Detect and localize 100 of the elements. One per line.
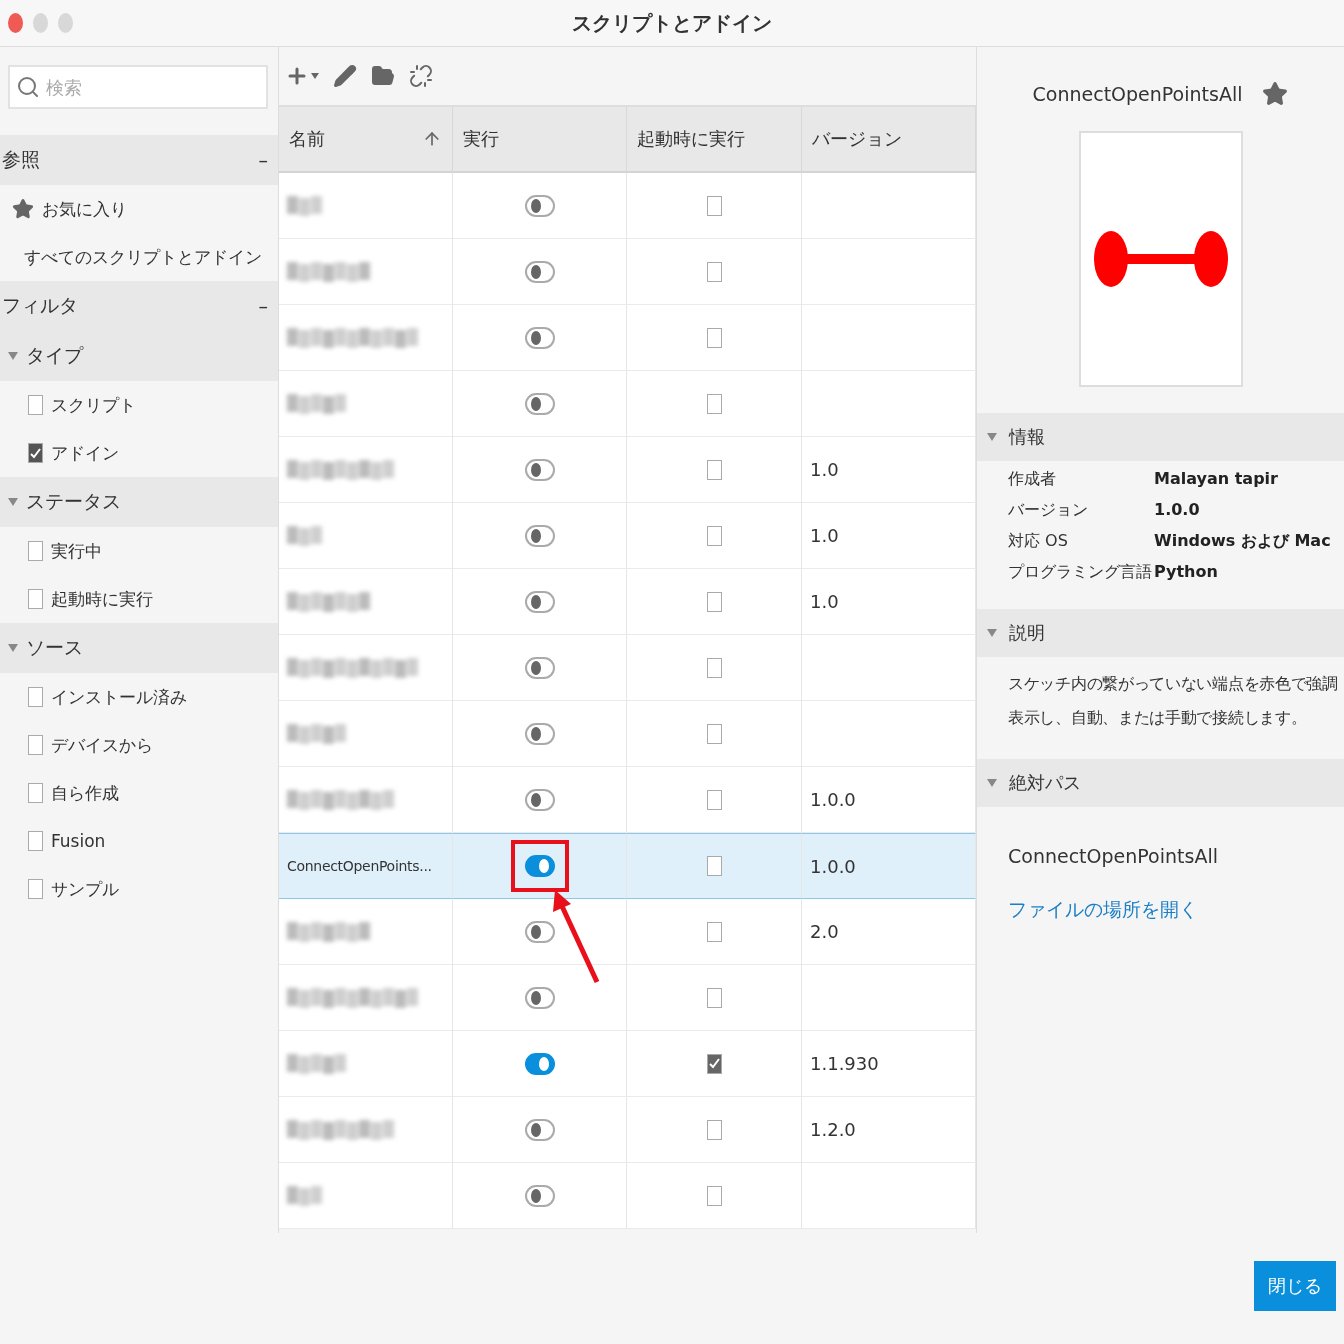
table-cell: 1.0: [802, 503, 976, 569]
checkbox[interactable]: [706, 393, 722, 414]
filter-option[interactable]: スクリプト: [0, 381, 278, 429]
checkbox[interactable]: [706, 195, 722, 216]
checkbox[interactable]: [28, 879, 43, 899]
open-location-link[interactable]: ファイルの場所を開く: [977, 867, 1344, 923]
minimize-window-button[interactable]: [33, 13, 48, 33]
table-cell[interactable]: ConnectOpenPoints...: [279, 833, 453, 899]
checkbox[interactable]: [706, 327, 722, 348]
checkbox[interactable]: [706, 591, 722, 612]
section-header[interactable]: 情報: [977, 413, 1344, 461]
toggle-switch[interactable]: [524, 1118, 555, 1141]
checkbox[interactable]: [706, 459, 722, 480]
toggle-switch[interactable]: [524, 656, 555, 679]
table-cell[interactable]: [279, 173, 453, 239]
checkbox[interactable]: [28, 831, 43, 851]
toggle-switch[interactable]: [524, 788, 555, 811]
section-header[interactable]: フィルタ –: [0, 281, 278, 331]
table-cell[interactable]: [279, 899, 453, 965]
section-header[interactable]: 絶対パス: [977, 759, 1344, 807]
section-header[interactable]: 説明: [977, 609, 1344, 657]
sidebar-item[interactable]: お気に入り: [0, 185, 278, 233]
checkbox[interactable]: [706, 921, 722, 942]
section-title: 情報: [1009, 425, 1045, 449]
toggle-switch[interactable]: [524, 1184, 555, 1207]
folder-icon[interactable]: [371, 64, 395, 88]
filter-group-header[interactable]: ソース: [0, 623, 278, 673]
column-header[interactable]: 名前: [279, 107, 453, 173]
checkbox[interactable]: [28, 735, 43, 755]
table-cell[interactable]: [279, 965, 453, 1031]
toggle-switch[interactable]: [524, 986, 555, 1009]
toggle-switch[interactable]: [524, 1052, 555, 1075]
filter-option[interactable]: アドイン: [0, 429, 278, 477]
column-header[interactable]: 起動時に実行: [627, 107, 802, 173]
filter-option[interactable]: 自ら作成: [0, 769, 278, 817]
checkbox[interactable]: [706, 1185, 722, 1206]
table-cell[interactable]: [279, 1163, 453, 1229]
table-cell[interactable]: [279, 305, 453, 371]
checkbox[interactable]: [706, 987, 722, 1008]
checkbox[interactable]: [28, 443, 43, 463]
close-window-button[interactable]: [8, 13, 23, 33]
filter-option[interactable]: 起動時に実行: [0, 575, 278, 623]
filter-option[interactable]: インストール済み: [0, 673, 278, 721]
column-header[interactable]: バージョン: [802, 107, 976, 173]
toggle-switch[interactable]: [524, 524, 555, 547]
checkbox[interactable]: [28, 687, 43, 707]
filter-option[interactable]: デバイスから: [0, 721, 278, 769]
group-title: ステータス: [26, 489, 121, 514]
filter-option[interactable]: 実行中: [0, 527, 278, 575]
table-cell[interactable]: [279, 239, 453, 305]
table-cell: 1.2.0: [802, 1097, 976, 1163]
zoom-window-button[interactable]: [58, 13, 73, 33]
section-title: 絶対パス: [1009, 771, 1081, 795]
info-label: プログラミング言語: [1008, 562, 1153, 583]
edit-icon[interactable]: [333, 64, 357, 88]
option-label: デバイスから: [51, 733, 153, 757]
close-button[interactable]: 閉じる: [1254, 1261, 1336, 1311]
table-cell[interactable]: [279, 635, 453, 701]
table-cell[interactable]: [279, 371, 453, 437]
section-header[interactable]: 参照 –: [0, 135, 278, 185]
unlink-icon[interactable]: [409, 64, 433, 88]
table-cell[interactable]: [279, 1031, 453, 1097]
description-text: スケッチ内の繋がっていない端点を赤色で強調表示し、自動、または手動で接続します。: [1007, 674, 1339, 729]
table-cell[interactable]: [279, 569, 453, 635]
column-header[interactable]: 実行: [453, 107, 627, 173]
checkbox[interactable]: [28, 783, 43, 803]
filter-option[interactable]: Fusion: [0, 817, 278, 865]
info-value: Malayan tapir: [1154, 469, 1279, 490]
checkbox[interactable]: [706, 261, 722, 282]
search-field[interactable]: 検索: [8, 65, 268, 109]
sidebar-item[interactable]: すべてのスクリプトとアドイン: [0, 233, 278, 281]
star-icon[interactable]: [1262, 81, 1289, 107]
toggle-switch[interactable]: [524, 458, 555, 481]
toggle-switch[interactable]: [524, 590, 555, 613]
toggle-switch[interactable]: [524, 855, 555, 877]
checkbox[interactable]: [706, 723, 722, 744]
table-cell[interactable]: [279, 701, 453, 767]
checkbox[interactable]: [706, 789, 722, 810]
toggle-switch[interactable]: [524, 722, 555, 745]
info-value: Windows および Mac: [1154, 531, 1332, 552]
checkbox[interactable]: [706, 525, 722, 546]
checkbox[interactable]: [28, 541, 43, 561]
table-cell[interactable]: [279, 767, 453, 833]
table-cell[interactable]: [279, 1097, 453, 1163]
filter-group-header[interactable]: ステータス: [0, 477, 278, 527]
checkbox[interactable]: [706, 657, 722, 678]
checkbox[interactable]: [28, 589, 43, 609]
checkbox[interactable]: [706, 1119, 722, 1140]
toggle-switch[interactable]: [524, 260, 555, 283]
toggle-switch[interactable]: [524, 326, 555, 349]
checkbox[interactable]: [28, 395, 43, 415]
checkbox[interactable]: [706, 856, 722, 876]
filter-group-header[interactable]: タイプ: [0, 331, 278, 381]
table-cell[interactable]: [279, 503, 453, 569]
checkbox[interactable]: [706, 1053, 722, 1074]
toggle-switch[interactable]: [524, 194, 555, 217]
table-cell[interactable]: [279, 437, 453, 503]
filter-option[interactable]: サンプル: [0, 865, 278, 913]
toggle-switch[interactable]: [524, 920, 555, 943]
toggle-switch[interactable]: [524, 392, 555, 415]
